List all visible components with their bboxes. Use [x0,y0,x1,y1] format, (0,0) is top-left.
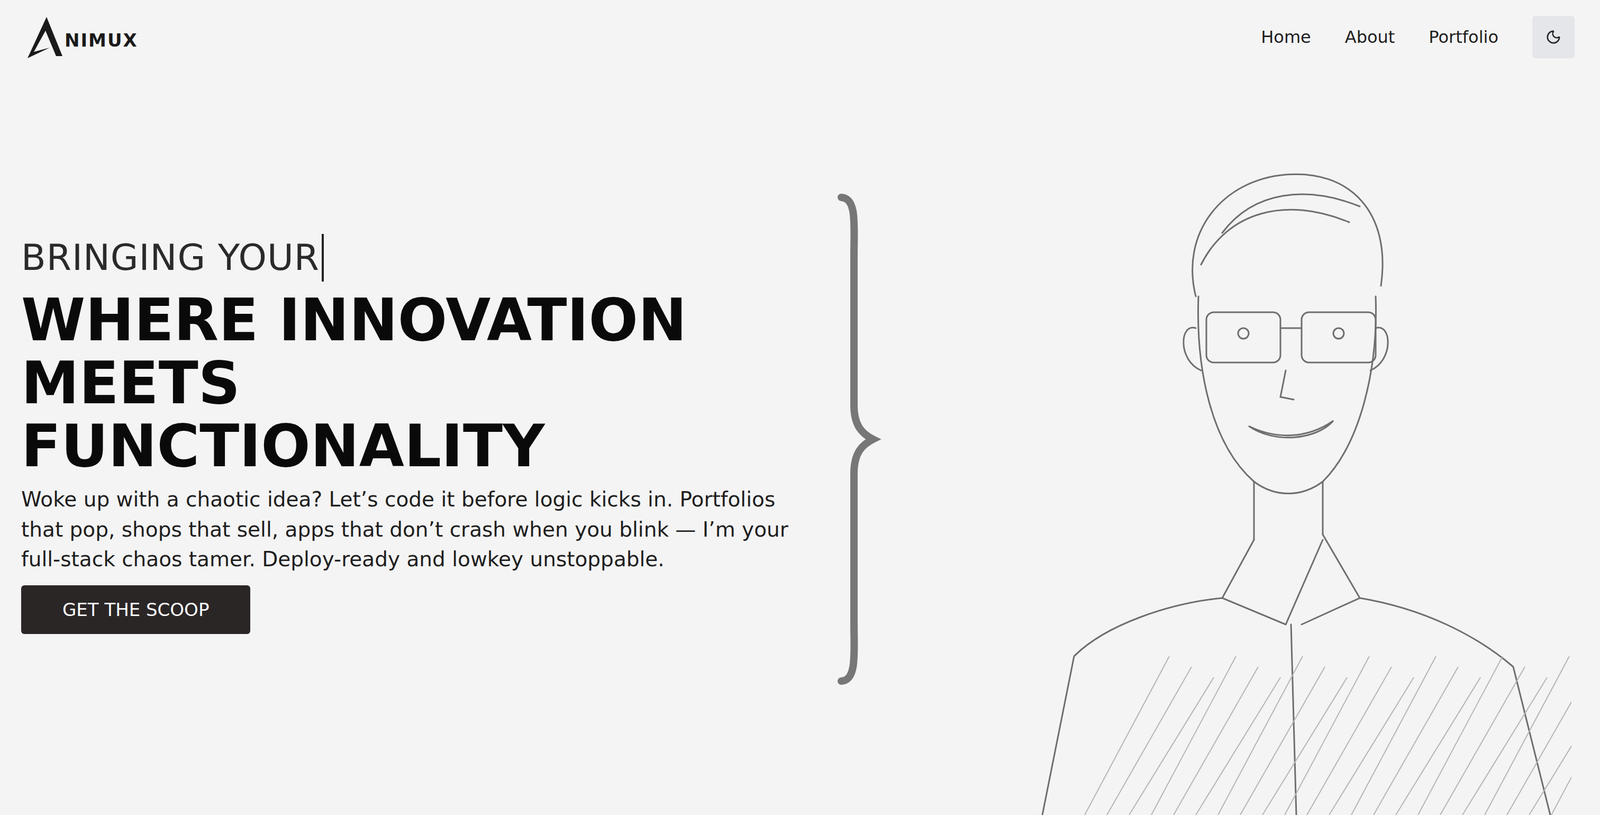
scoop-button[interactable]: GET THE SCOOP [21,585,251,634]
logo[interactable]: NIMUX [25,14,139,60]
navbar: NIMUX Home About Portfolio [0,0,1600,75]
portrait-illustration [883,74,1572,815]
headline-line: MEETS [21,351,826,415]
moon-icon [1545,29,1562,45]
typing-caret [321,233,324,282]
page: NIMUX Home About Portfolio BRINGING YOUR WHER… [0,0,1600,815]
typing-text: BRINGING YOUR [21,233,826,282]
curly-brace-icon [835,193,884,686]
theme-toggle-button[interactable] [1532,15,1575,59]
nav-link[interactable]: About [1344,26,1396,48]
hero-visual [825,74,1600,815]
logo-text: NIMUX [64,29,139,51]
headline-line: FUNCTIONALITY [21,414,826,478]
hero-description: Woke up with a chaotic idea? Let’s code … [21,484,794,575]
nav-link[interactable]: Home [1260,26,1312,48]
hero-text: BRINGING YOUR WHERE INNOVATIONMEETSFUNCTI… [21,74,826,815]
logo-icon [25,14,64,60]
nav-links: Home About Portfolio [1260,15,1575,59]
headline: WHERE INNOVATIONMEETSFUNCTIONALITY [21,288,826,478]
portrait [883,74,1600,815]
nav-link[interactable]: Portfolio [1428,26,1499,48]
headline-line: WHERE INNOVATION [21,288,826,352]
brace [835,193,884,688]
hero: BRINGING YOUR WHERE INNOVATIONMEETSFUNCTI… [0,74,1600,815]
